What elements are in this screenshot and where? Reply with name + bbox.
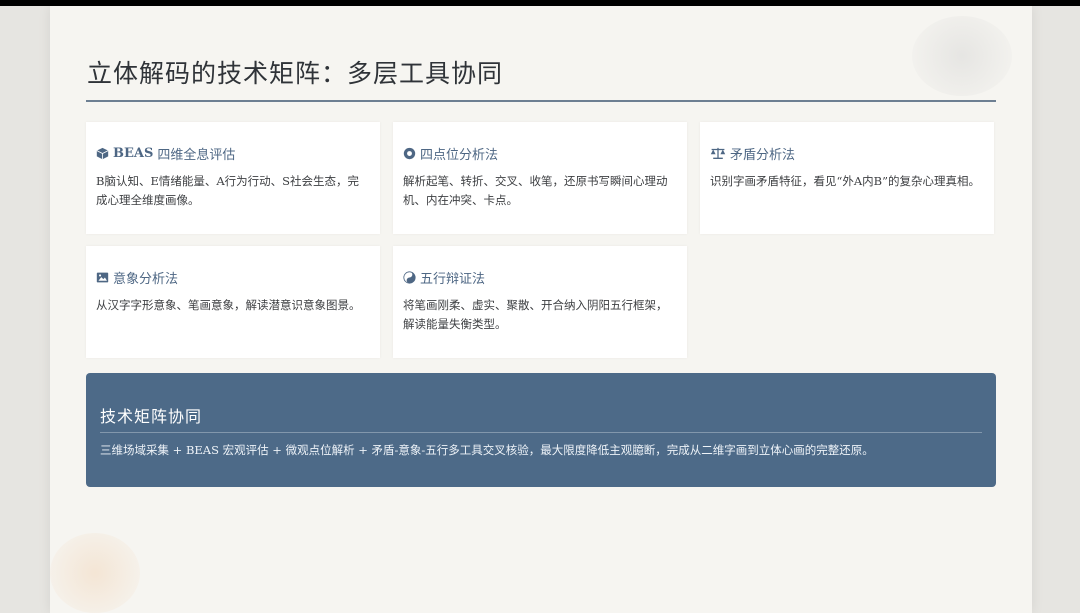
card-body: 将笔画刚柔、虚实、聚散、开合纳入阴阳五行框架，解读能量失衡类型。 <box>403 298 668 331</box>
card-title: 五行辩证法 <box>420 271 486 287</box>
card-header: BEAS 四维全息评估 <box>96 144 370 163</box>
summary-panel: 技术矩阵协同 三维场域采集 + BEAS 宏观评估 + 微观点位解析 + 矛盾-… <box>86 373 996 487</box>
card-body: 从汉字字形意象、笔画意象，解读潜意识意象图景。 <box>96 298 361 312</box>
card-beas: BEAS 四维全息评估 B脑认知、E情绪能量、A行为行动、S社会生态，完成心理全… <box>86 122 380 234</box>
card-title: 四点位分析法 <box>420 147 499 163</box>
summary-title: 技术矩阵协同 <box>100 407 203 426</box>
slide: 立体解码的技术矩阵：多层工具协同 BEAS 四维全息评估 B脑认知、E情绪能量、… <box>50 6 1032 613</box>
card-body: 识别字画矛盾特征，看见“外A内B”的复杂心理真相。 <box>710 174 981 188</box>
dot-circle-icon <box>403 147 416 160</box>
card-contradiction: 矛盾分析法 识别字画矛盾特征，看见“外A内B”的复杂心理真相。 <box>700 122 994 234</box>
card-title: 矛盾分析法 <box>730 147 796 163</box>
page-title: 立体解码的技术矩阵：多层工具协同 <box>87 59 504 88</box>
card-header: 四点位分析法 <box>403 144 677 163</box>
title-divider <box>86 100 996 102</box>
card-header: 五行辩证法 <box>403 268 677 287</box>
card-title-bold: BEAS <box>113 145 154 161</box>
yin-yang-icon <box>403 270 416 284</box>
card-header: 矛盾分析法 <box>710 144 984 163</box>
card-five-elements: 五行辩证法 将笔画刚柔、虚实、聚散、开合纳入阴阳五行框架，解读能量失衡类型。 <box>393 246 687 358</box>
summary-divider <box>100 432 982 433</box>
card-body: 解析起笔、转折、交叉、收笔，还原书写瞬间心理动机、内在冲突、卡点。 <box>403 174 668 207</box>
image-icon <box>96 271 109 284</box>
card-title: 意象分析法 <box>113 271 179 287</box>
summary-body: 三维场域采集 + BEAS 宏观评估 + 微观点位解析 + 矛盾-意象-五行多工… <box>100 443 874 457</box>
card-body: B脑认知、E情绪能量、A行为行动、S社会生态，完成心理全维度画像。 <box>96 174 360 207</box>
card-title: 四维全息评估 <box>157 147 236 163</box>
card-header: 意象分析法 <box>96 268 370 287</box>
decorative-blur <box>50 533 140 613</box>
balance-scale-icon <box>710 147 726 160</box>
card-four-points: 四点位分析法 解析起笔、转折、交叉、收笔，还原书写瞬间心理动机、内在冲突、卡点。 <box>393 122 687 234</box>
decorative-blur <box>912 16 1012 96</box>
cube-icon <box>96 147 109 160</box>
card-imagery: 意象分析法 从汉字字形意象、笔画意象，解读潜意识意象图景。 <box>86 246 380 358</box>
